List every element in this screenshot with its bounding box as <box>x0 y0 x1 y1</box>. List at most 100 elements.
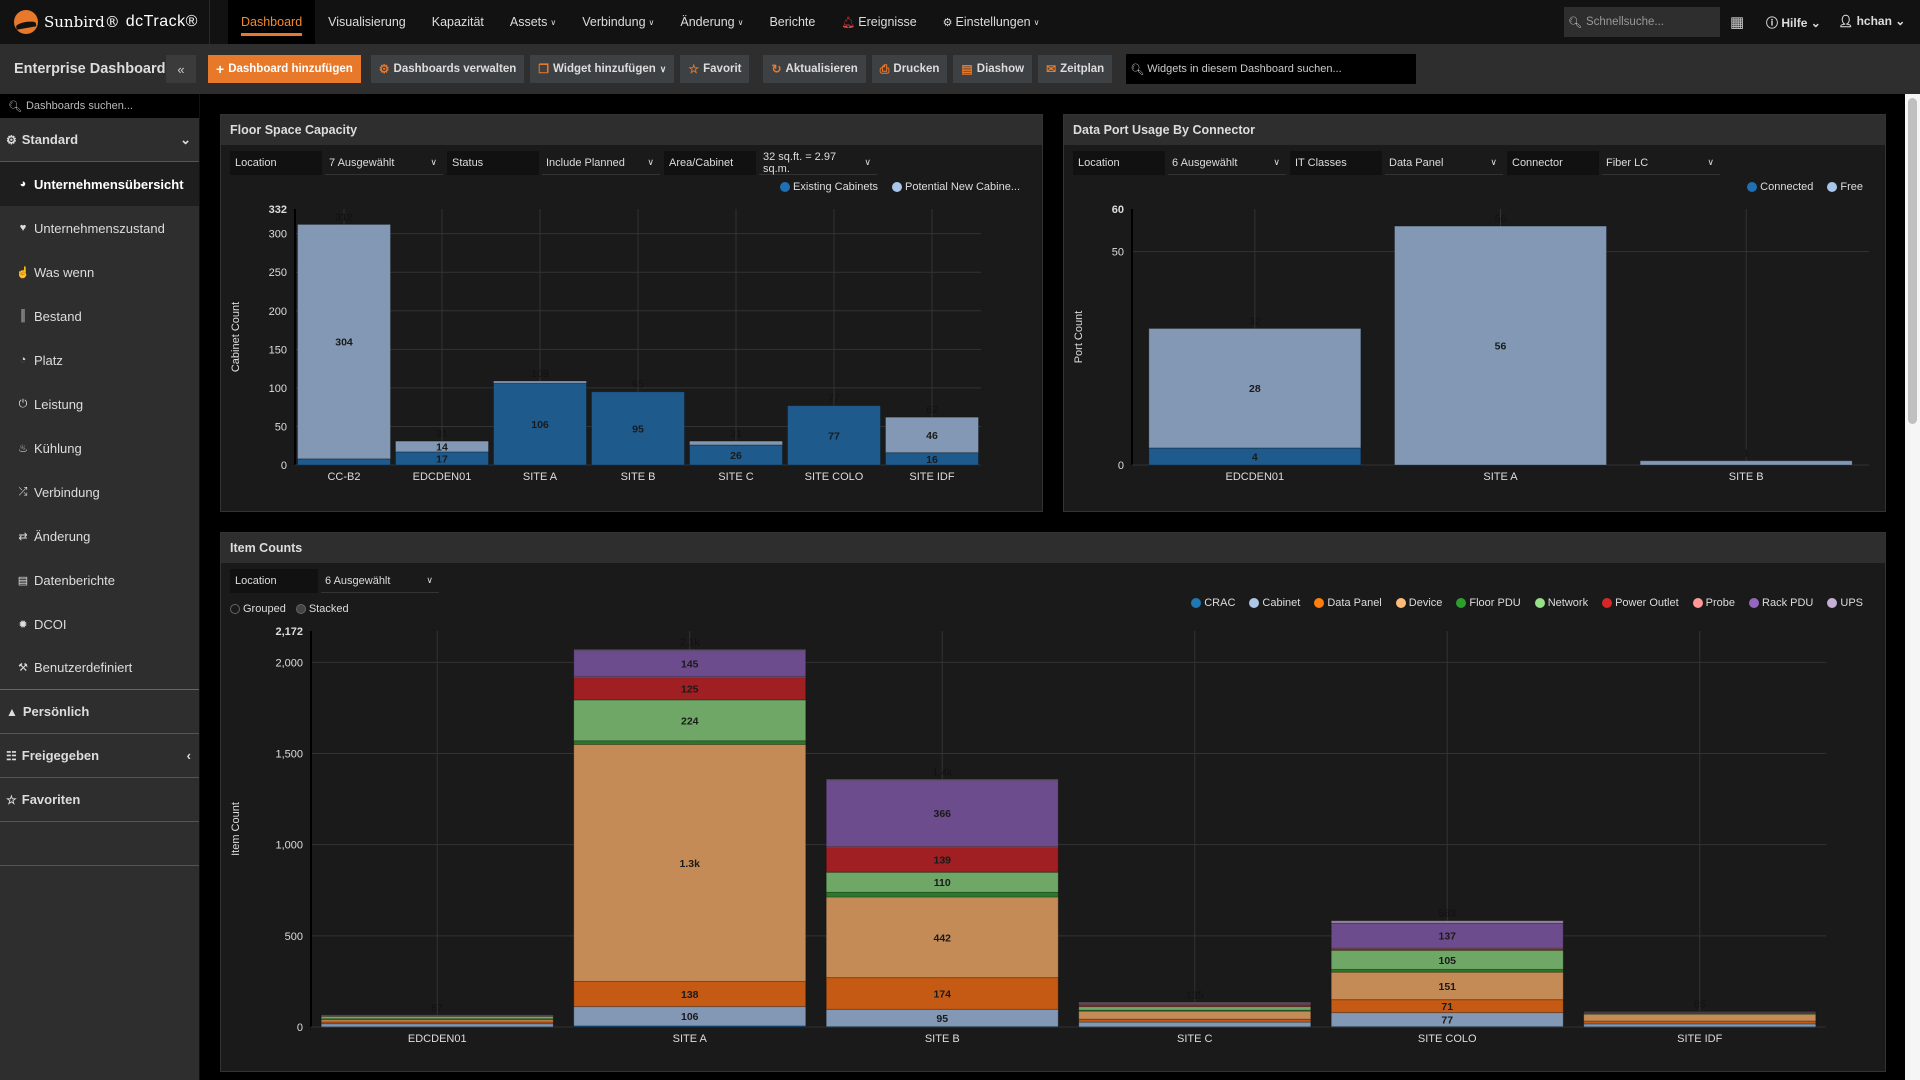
nav-item-ereignisse[interactable]: 🔔︎ Ereignisse <box>828 0 929 44</box>
quick-search-input[interactable]: 🔍︎ Schnellsuche... <box>1564 7 1720 37</box>
bar-segment-ups[interactable] <box>1330 920 1564 924</box>
star-icon: ☆ <box>688 62 700 76</box>
page-scrollbar[interactable] <box>1905 94 1920 1080</box>
legend-item[interactable]: UPS <box>1827 597 1863 609</box>
filter-select-area-cabinet[interactable]: 32 sq.ft. = 2.97 sq.m. ∨ <box>759 151 877 175</box>
dashboard-hinzuf-gen-button[interactable]: + Dashboard hinzufügen <box>208 55 361 83</box>
nav-item-label: Kapazität <box>431 15 484 29</box>
sidebar-item-leistung[interactable]: ⏻ Leistung <box>0 382 199 426</box>
collapse-sidebar-button[interactable]: « <box>166 55 196 83</box>
legend-item[interactable]: Floor PDU <box>1456 597 1521 609</box>
zeitplan-button[interactable]: ✉ Zeitplan <box>1038 55 1113 83</box>
favorit-button[interactable]: ☆ Favorit <box>680 55 750 83</box>
bar-segment-ups[interactable] <box>573 649 807 652</box>
legend-item[interactable]: Existing Cabinets <box>780 181 878 193</box>
nav-item-berichte[interactable]: Berichte <box>756 0 828 44</box>
widget-hinzuf-gen-button[interactable]: ❐ Widget hinzufügen ∨ <box>530 55 675 83</box>
help-menu[interactable]: ⓘ Hilfe ⌄ <box>1766 14 1821 31</box>
sidebar-group-freigegeben[interactable]: ☷ Freigegeben ‹ <box>0 734 199 778</box>
legend-item[interactable]: Probe <box>1692 597 1735 609</box>
quick-search-placeholder: Schnellsuche... <box>1585 16 1664 28</box>
legend-item[interactable]: Rack PDU <box>1749 597 1813 609</box>
bar-segment-rack-pdu[interactable] <box>320 1014 554 1017</box>
nav-item-einstellungen[interactable]: ⚙ Einstellungen ∨ <box>930 0 1053 44</box>
sidebar-group-pers-nlich[interactable]: ▲ Persönlich <box>0 690 199 734</box>
dashboard-search-input[interactable]: 🔍︎ Dashboards suchen... <box>0 94 199 118</box>
bar-total-label: 31 <box>436 428 448 440</box>
bar-segment-potential-new-cabine-[interactable] <box>689 440 783 446</box>
legend-item[interactable]: Device <box>1395 597 1442 609</box>
sidebar-item-label: Bestand <box>34 308 82 324</box>
bar-segment-potential-new-cabine-[interactable] <box>493 380 587 384</box>
legend-item[interactable]: Power Outlet <box>1602 597 1679 609</box>
nav-item-visualisierung[interactable]: Visualisierung <box>315 0 419 44</box>
aktualisieren-button[interactable]: ↻ Aktualisieren <box>763 55 866 83</box>
legend-item[interactable]: Cabinet <box>1249 597 1300 609</box>
dashboards-verwalten-button[interactable]: ⚙ Dashboards verwalten <box>370 55 525 83</box>
legend-item[interactable]: Free <box>1827 181 1863 193</box>
nav-item-dashboard[interactable]: Dashboard <box>228 0 316 44</box>
x-tick-label: SITE B <box>621 471 656 483</box>
nav-item--nderung[interactable]: Änderung ∨ <box>667 0 756 44</box>
filter-select-it-classes[interactable]: Data Panel ∨ <box>1385 151 1503 175</box>
sidebar-item-label: Was wenn <box>34 264 95 280</box>
bar-segment-existing-cabinets[interactable] <box>297 458 391 466</box>
sidebar-item-datenberichte[interactable]: ▤ Datenberichte <box>0 558 199 602</box>
nav-item-label: Verbindung <box>582 15 646 29</box>
scrollbar-thumb[interactable] <box>1908 98 1917 424</box>
bar-segment-cabinet[interactable] <box>1078 1021 1312 1028</box>
filter-select-location[interactable]: 6 Ausgewählt ∨ <box>1168 151 1286 175</box>
nav-item-assets[interactable]: Assets ∨ <box>497 0 569 44</box>
sidebar-item-bestand[interactable]: ║ Bestand <box>0 294 199 338</box>
sidebar-item--nderung[interactable]: ⇄ Änderung <box>0 514 199 558</box>
print-icon: ⎙ <box>879 61 890 76</box>
legend-item[interactable]: Network <box>1534 597 1588 609</box>
sidebar-item-verbindung[interactable]: ⤮ Verbindung <box>0 470 199 514</box>
user-menu[interactable]: 👤︎ hchan ⌄ <box>1838 14 1905 28</box>
sidebar-item-was-wenn[interactable]: ☝ Was wenn <box>0 250 199 294</box>
widget-search-input[interactable]: 🔍︎ Widgets in diesem Dashboard suchen... <box>1126 54 1417 84</box>
legend-item[interactable]: CRAC <box>1191 597 1235 609</box>
sidebar-group-standard[interactable]: ⚙ Standard ⌄ <box>0 118 199 162</box>
legend-item[interactable]: Potential New Cabine... <box>892 181 1020 193</box>
grouped-radio[interactable]: Grouped <box>230 603 286 615</box>
filter-select-location[interactable]: 6 Ausgewählt ∨ <box>321 569 439 593</box>
segment-label: 28 <box>1249 383 1261 395</box>
legend-item[interactable]: Data Panel <box>1314 597 1382 609</box>
logo[interactable]: Sunbird® dcTrack® <box>0 0 210 44</box>
filter-select-connector[interactable]: Fiber LC ∨ <box>1602 151 1720 175</box>
diashow-button[interactable]: ▤ Diashow <box>953 55 1033 83</box>
stacked-radio[interactable]: Stacked <box>295 603 349 615</box>
legend-swatch <box>892 182 903 192</box>
drucken-button[interactable]: ⎙ Drucken <box>871 55 948 83</box>
legend-item[interactable]: Connected <box>1747 181 1813 193</box>
bar-segment-floor-pdu[interactable] <box>573 740 807 745</box>
x-tick-label: SITE COLO <box>1418 1033 1477 1045</box>
bar-segment-ups[interactable] <box>825 778 1059 781</box>
chevron-down-icon: ∨ <box>1490 157 1497 167</box>
bar-segment-ups[interactable] <box>1078 1001 1312 1004</box>
thumbs-up-icon: ☝ <box>16 266 30 279</box>
nav-item-verbindung[interactable]: Verbindung ∨ <box>569 0 667 44</box>
sidebar-group-favoriten[interactable]: ☆ Favoriten <box>0 778 199 822</box>
bar-segment-network[interactable] <box>1078 1006 1312 1011</box>
segment-label: 110 <box>934 877 951 889</box>
calendar-icon[interactable]: ▦ <box>1730 13 1744 31</box>
filter-select-location[interactable]: 7 Ausgewählt ∨ <box>325 151 443 175</box>
y-tick-label: 300 <box>269 229 287 241</box>
bar-segment-device[interactable] <box>1078 1010 1312 1020</box>
sidebar-item-unternehmenszustand[interactable]: ♥ Unternehmenszustand <box>0 206 199 250</box>
bar-segment-free[interactable] <box>1639 460 1853 466</box>
bar-segment-rack-pdu[interactable] <box>1583 1011 1817 1014</box>
gear-icon: ⚙ <box>378 62 390 76</box>
filter-label: Location <box>1073 151 1165 175</box>
sidebar-item-benutzerdefiniert[interactable]: ⚒ Benutzerdefiniert <box>0 646 199 690</box>
filter-select-status[interactable]: Include Planned ∨ <box>542 151 660 175</box>
sidebar-item-unternehmens-bersicht[interactable]: ◕ Unternehmensübersicht <box>0 162 199 206</box>
nav-item-kapazit-t[interactable]: Kapazität <box>419 0 497 44</box>
sidebar-item-dcoi[interactable]: ✹ DCOI <box>0 602 199 646</box>
sidebar-item-platz[interactable]: ◔ Platz <box>0 338 199 382</box>
sidebar-item-k-hlung[interactable]: ♨ Kühlung <box>0 426 199 470</box>
bar-segment-floor-pdu[interactable] <box>825 891 1059 898</box>
y-tick-label: 50 <box>1112 247 1124 259</box>
